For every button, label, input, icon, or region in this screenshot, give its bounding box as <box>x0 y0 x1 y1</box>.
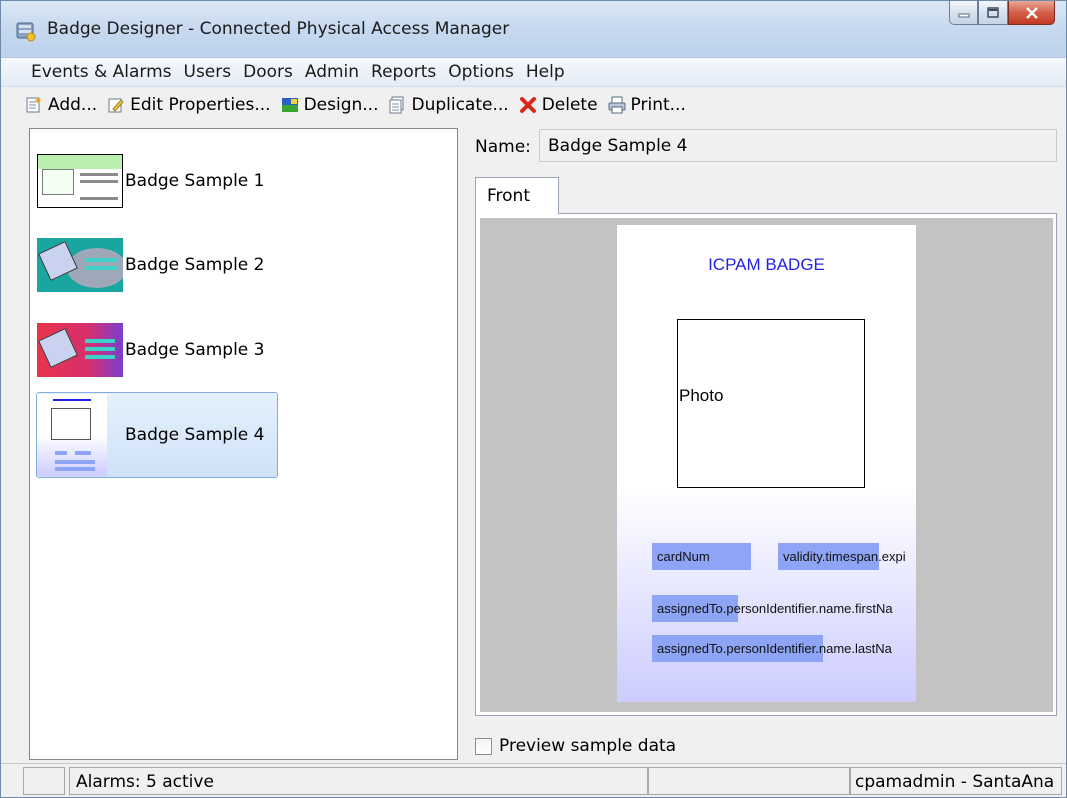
print-label: Print... <box>630 95 686 115</box>
title-bar: Badge Designer - Connected Physical Acce… <box>1 1 1066 57</box>
photo-placeholder: Photo <box>677 319 865 488</box>
design-label: Design... <box>303 95 379 115</box>
badge-label: Badge Sample 2 <box>125 255 265 275</box>
photo-label: Photo <box>679 386 724 405</box>
field-text: assignedTo.personIdentifier.name.firstNa <box>657 601 893 616</box>
card-field-validity: validity.timespan.expi <box>778 543 906 570</box>
badge-list[interactable]: Badge Sample 1 Badge Sample 2 Badge Samp… <box>29 128 458 760</box>
card-field-firstname: assignedTo.personIdentifier.name.firstNa <box>652 595 893 622</box>
field-text: cardNum <box>657 549 710 564</box>
minimize-button[interactable] <box>949 1 978 25</box>
menu-help[interactable]: Help <box>526 62 565 82</box>
badge-preview: ICPAM BADGE Photo cardNum validity.times… <box>617 225 916 702</box>
maximize-icon <box>987 7 999 18</box>
badge-list-item-4[interactable]: Badge Sample 4 <box>36 392 278 478</box>
toolbar: Add... Edit Properties... Design... Dupl… <box>1 88 1066 122</box>
status-alarms: Alarms: 5 active <box>69 767 648 795</box>
edit-properties-button[interactable]: Edit Properties... <box>107 95 271 115</box>
name-label: Name: <box>475 137 531 157</box>
field-text: validity.timespan.expi <box>783 549 906 564</box>
close-button[interactable] <box>1008 1 1055 25</box>
add-label: Add... <box>48 95 98 115</box>
badge-label: Badge Sample 4 <box>125 425 265 445</box>
card-field-lastname: assignedTo.personIdentifier.name.lastNa <box>652 635 892 662</box>
badge-list-item-2[interactable]: Badge Sample 2 <box>36 222 278 308</box>
window-controls <box>949 1 1055 27</box>
add-icon <box>26 97 41 113</box>
edit-properties-label: Edit Properties... <box>130 95 271 115</box>
menu-options[interactable]: Options <box>448 62 514 82</box>
badge-label: Badge Sample 3 <box>125 340 265 360</box>
print-icon <box>608 96 626 114</box>
add-button[interactable]: Add... <box>25 95 97 115</box>
app-window: Badge Designer - Connected Physical Acce… <box>0 0 1067 798</box>
duplicate-icon <box>389 96 404 114</box>
status-bar: Alarms: 5 active cpamadmin - SantaAna <box>1 763 1066 797</box>
card-title: ICPAM BADGE <box>708 255 825 274</box>
duplicate-label: Duplicate... <box>411 95 509 115</box>
card-field-cardnum: cardNum <box>652 543 751 570</box>
preview-sample-data-row[interactable]: Preview sample data <box>475 736 676 756</box>
badge-thumbnail <box>37 323 123 377</box>
design-icon <box>281 98 298 112</box>
status-user: cpamadmin - SantaAna <box>850 767 1062 795</box>
app-icon <box>16 22 36 42</box>
status-cell-empty <box>23 767 65 795</box>
minimize-icon <box>958 13 969 17</box>
close-icon <box>1025 6 1038 19</box>
badge-thumbnail <box>37 394 107 476</box>
menu-doors[interactable]: Doors <box>243 62 293 82</box>
preview-checkbox[interactable] <box>475 737 492 755</box>
delete-icon <box>519 97 536 113</box>
print-button[interactable]: Print... <box>608 95 686 115</box>
maximize-button[interactable] <box>978 1 1008 25</box>
window-title: Badge Designer - Connected Physical Acce… <box>47 19 510 39</box>
tab-front[interactable]: Front <box>475 177 559 214</box>
name-field[interactable]: Badge Sample 4 <box>539 129 1057 162</box>
design-button[interactable]: Design... <box>281 95 379 115</box>
badge-label: Badge Sample 1 <box>125 171 265 191</box>
badge-thumbnail <box>37 154 123 208</box>
menu-reports[interactable]: Reports <box>371 62 436 82</box>
delete-label: Delete <box>541 95 598 115</box>
menu-users[interactable]: Users <box>184 62 232 82</box>
duplicate-button[interactable]: Duplicate... <box>388 95 509 115</box>
badge-list-item-1[interactable]: Badge Sample 1 <box>36 138 278 224</box>
badge-list-item-3[interactable]: Badge Sample 3 <box>36 307 278 393</box>
badge-thumbnail <box>37 238 123 292</box>
menu-events-alarms[interactable]: Events & Alarms <box>31 62 172 82</box>
preview-label: Preview sample data <box>499 736 677 756</box>
menu-admin[interactable]: Admin <box>305 62 359 82</box>
delete-button[interactable]: Delete <box>519 95 598 115</box>
field-text: assignedTo.personIdentifier.name.lastNa <box>657 641 892 656</box>
status-cell-blank <box>648 767 850 795</box>
menu-bar: Events & Alarms Users Doors Admin Report… <box>1 57 1066 87</box>
edit-icon <box>108 98 124 113</box>
